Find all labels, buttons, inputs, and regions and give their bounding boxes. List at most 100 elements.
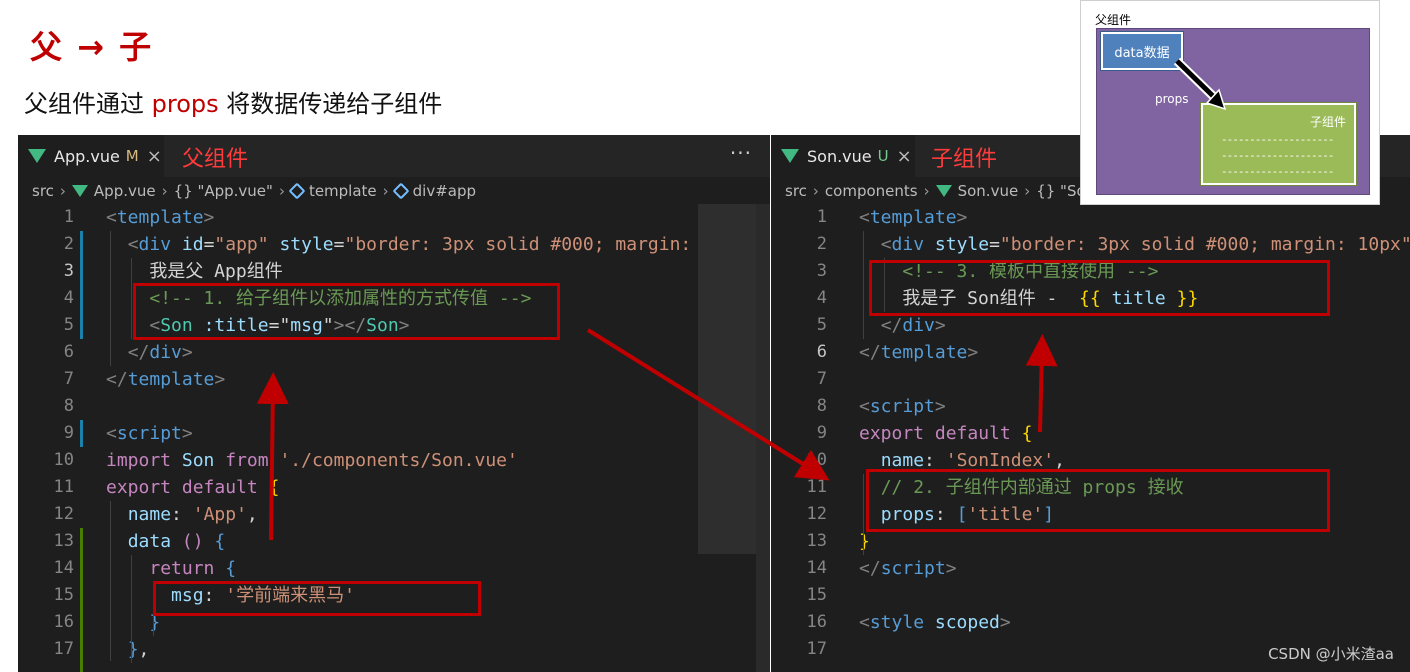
code-line[interactable]: 10 import Son from './components/Son.vue': [18, 447, 770, 474]
breadcrumb-item[interactable]: Son.vue: [958, 182, 1019, 200]
code-line[interactable]: 6 </div>: [18, 339, 770, 366]
code-token: export: [859, 423, 925, 444]
more-actions-icon[interactable]: ···: [730, 141, 752, 165]
code-token: {: [225, 558, 237, 579]
code-token: div: [891, 234, 925, 255]
code-text: <template>: [859, 204, 967, 231]
line-number: 17: [806, 639, 827, 659]
element-icon: [288, 182, 306, 200]
close-icon[interactable]: ×: [897, 146, 912, 167]
code-line[interactable]: 8 <script>: [771, 393, 1410, 420]
code-line[interactable]: 9 <script>: [18, 420, 770, 447]
vue-file-icon: [71, 185, 88, 197]
code-token: style: [279, 234, 334, 255]
code-text: <div id="app" style="border: 3px solid #…: [106, 231, 692, 258]
code-token: "border: 3px solid #000; margin:: [344, 234, 692, 255]
code-line[interactable]: 1 <template>: [771, 204, 1410, 231]
line-number: 2: [63, 234, 74, 254]
code-token: >: [181, 342, 193, 363]
code-token: default: [934, 423, 1011, 444]
code-token: name: [127, 504, 172, 525]
code-line[interactable]: 15: [771, 582, 1410, 609]
code-line[interactable]: 11 export default {: [18, 474, 770, 501]
code-token: return: [149, 558, 215, 579]
code-line[interactable]: 14 </script>: [771, 555, 1410, 582]
diagram-arrow-icon: [1173, 57, 1227, 111]
code-token: =: [333, 234, 345, 255]
chevron-right-icon: ›: [382, 182, 389, 200]
code-text: </div>: [859, 312, 946, 339]
breadcrumb-item[interactable]: App.vue: [94, 182, 156, 200]
scrollbar[interactable]: [756, 204, 770, 672]
code-line[interactable]: 2 <div id="app" style="border: 3px solid…: [18, 231, 770, 258]
code-token: {: [268, 477, 280, 498]
line-number: 4: [816, 288, 827, 308]
code-line[interactable]: 13}: [771, 528, 1410, 555]
chevron-right-icon: ›: [59, 182, 66, 200]
code-token: >: [214, 369, 226, 390]
breadcrumb-item[interactable]: {} "App.vue": [174, 182, 273, 200]
code-token: ,: [138, 639, 150, 660]
code-token: ,: [1054, 450, 1065, 471]
code-token: (): [181, 531, 204, 552]
breadcrumb-item[interactable]: template: [309, 182, 377, 200]
watermark: CSDN @小米渣aa: [1268, 645, 1394, 663]
code-token: >: [203, 207, 215, 228]
code-line[interactable]: 6 </template>: [771, 339, 1410, 366]
left-tabbar: App.vue M × 父组件 ···: [18, 135, 770, 177]
breadcrumb-item[interactable]: {} "So: [1036, 182, 1085, 200]
close-icon[interactable]: ×: [147, 146, 162, 167]
code-token: style: [934, 234, 990, 255]
code-line[interactable]: 7 </template>: [18, 366, 770, 393]
breadcrumb-item[interactable]: src: [32, 182, 54, 200]
line-number: 12: [806, 504, 827, 524]
line-number: 9: [63, 423, 74, 443]
code-token: =: [203, 234, 215, 255]
tab-app-vue[interactable]: App.vue M ×: [18, 135, 164, 177]
tab-modified-badge: M: [125, 147, 139, 165]
code-token: </: [106, 369, 128, 390]
line-number: 7: [63, 369, 74, 389]
code-token: >: [956, 207, 968, 228]
code-token: </: [859, 342, 881, 363]
code-line[interactable]: 2 <div style="border: 3px solid #000; ma…: [771, 231, 1410, 258]
line-number: 9: [816, 423, 827, 443]
code-text: },: [106, 636, 150, 663]
code-line[interactable]: 12 name: 'App',: [18, 501, 770, 528]
breadcrumb-item[interactable]: div#app: [413, 182, 476, 200]
tab-filename: Son.vue: [807, 146, 872, 166]
code-line[interactable]: 16 <style scoped>: [771, 609, 1410, 636]
breadcrumb-item[interactable]: components: [825, 182, 918, 200]
code-token: ,: [246, 504, 258, 525]
line-number: 5: [63, 315, 74, 335]
line-number: 10: [53, 450, 74, 470]
code-token: 'SonIndex': [945, 450, 1055, 471]
code-token: {: [214, 531, 226, 552]
code-line[interactable]: 7: [771, 366, 1410, 393]
code-token: </: [880, 315, 903, 336]
code-line[interactable]: 13 data () {: [18, 528, 770, 555]
line-number: 14: [806, 558, 827, 578]
breadcrumb-item[interactable]: src: [785, 182, 807, 200]
line-number: 8: [63, 396, 74, 416]
tab-son-vue[interactable]: Son.vue U ×: [771, 135, 915, 177]
code-line[interactable]: 1 <template>: [18, 204, 770, 231]
code-text: </div>: [106, 339, 193, 366]
line-number: 12: [53, 504, 74, 524]
code-line[interactable]: 5 </div>: [771, 312, 1410, 339]
code-line[interactable]: 9 export default {: [771, 420, 1410, 447]
code-text: name: 'App',: [106, 501, 258, 528]
code-text: return {: [106, 555, 236, 582]
tab-filename: App.vue: [54, 146, 120, 166]
line-number: 4: [63, 288, 74, 308]
code-line[interactable]: 8: [18, 393, 770, 420]
line-number: 3: [63, 261, 74, 281]
code-token: scoped: [934, 612, 1000, 633]
line-number: 5: [816, 315, 827, 335]
code-token: template: [880, 342, 968, 363]
chevron-right-icon: ›: [812, 182, 819, 200]
